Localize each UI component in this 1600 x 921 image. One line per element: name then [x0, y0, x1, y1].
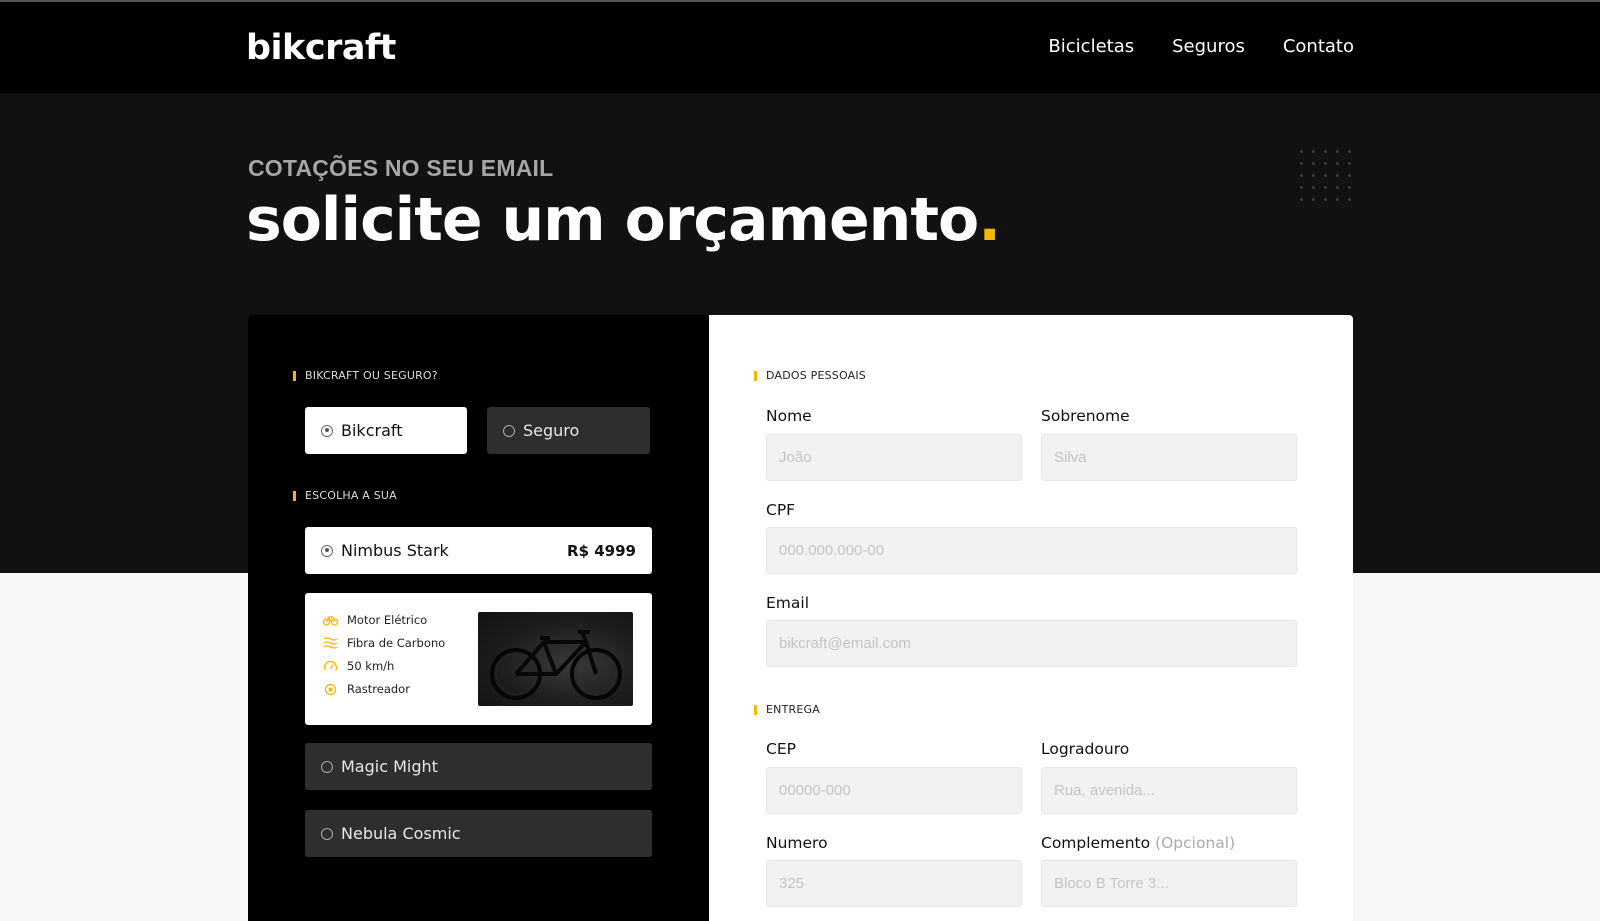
- numero-input[interactable]: [766, 860, 1022, 907]
- bike-photo: [478, 612, 633, 706]
- feature-text: 50 km/h: [347, 659, 395, 673]
- quote-form-panel: DADOS PESSOAIS Nome Sobrenome CPF Email …: [709, 315, 1353, 921]
- nav-seguros[interactable]: Seguros: [1172, 36, 1245, 57]
- feature-item: 50 km/h: [323, 659, 394, 673]
- site-header: bikcraft Bicicletas Seguros Contato: [0, 2, 1600, 93]
- choice-section-label-text: BIKCRAFT OU SEGURO?: [305, 369, 438, 382]
- bike-name: Nimbus Stark: [341, 541, 449, 560]
- cpf-label: CPF: [766, 501, 796, 519]
- cpf-input[interactable]: [766, 527, 1297, 574]
- hero-eyebrow: COTAÇÕES NO SEU EMAIL: [248, 155, 554, 181]
- electric-motor-icon: [323, 616, 338, 626]
- radio-unselected-icon: [503, 424, 515, 437]
- personal-section-label: DADOS PESSOAIS: [754, 369, 866, 382]
- option-bikcraft[interactable]: Bikcraft: [305, 407, 467, 454]
- radio-unselected-icon: [321, 827, 333, 840]
- carbon-fiber-icon: [323, 637, 338, 649]
- complemento-label: Complemento (Opcional): [1041, 834, 1235, 852]
- label-accent-bar: [754, 370, 757, 381]
- bike-name: Nebula Cosmic: [341, 824, 461, 843]
- sobrenome-input[interactable]: [1041, 434, 1297, 481]
- personal-section-label-text: DADOS PESSOAIS: [766, 369, 866, 382]
- page-title: solicite um orçamento.: [246, 185, 1001, 255]
- delivery-section-label: ENTREGA: [754, 703, 820, 716]
- feature-item: Rastreador: [323, 682, 410, 696]
- product-selection-panel: BIKCRAFT OU SEGURO? Bikcraft Seguro ESCO…: [248, 315, 709, 921]
- option-bikcraft-label: Bikcraft: [341, 421, 403, 440]
- bike-option-nebula-cosmic[interactable]: Nebula Cosmic: [305, 810, 652, 857]
- dot-grid-decoration: [1300, 150, 1352, 201]
- feature-item: Fibra de Carbono: [323, 636, 445, 650]
- tracker-icon: [324, 683, 337, 695]
- title-accent-dot: .: [978, 185, 1001, 255]
- delivery-section-label-text: ENTREGA: [766, 703, 820, 716]
- email-input[interactable]: [766, 620, 1297, 667]
- bike-name: Magic Might: [341, 757, 438, 776]
- bike-details-card: Motor Elétrico Fibra de Carbono 50 km/h …: [305, 593, 652, 725]
- sobrenome-label: Sobrenome: [1041, 407, 1130, 425]
- feature-text: Motor Elétrico: [347, 613, 428, 627]
- option-seguro-label: Seguro: [523, 421, 580, 440]
- bike-section-label-text: ESCOLHA A SUA: [305, 489, 397, 502]
- main-nav: Bicicletas Seguros Contato: [1048, 36, 1354, 57]
- bike-price: R$ 4999: [567, 541, 636, 560]
- logradouro-input[interactable]: [1041, 767, 1297, 814]
- email-label: Email: [766, 594, 810, 612]
- complemento-input[interactable]: [1041, 860, 1297, 907]
- label-accent-bar: [293, 490, 296, 501]
- radio-selected-icon: [321, 424, 333, 437]
- choice-section-label: BIKCRAFT OU SEGURO?: [293, 369, 438, 382]
- bike-section-label: ESCOLHA A SUA: [293, 489, 397, 502]
- cep-label: CEP: [766, 740, 796, 758]
- cep-input[interactable]: [766, 767, 1022, 814]
- numero-label: Numero: [766, 834, 828, 852]
- feature-text: Rastreador: [347, 682, 410, 696]
- page-title-text: solicite um orçamento: [246, 185, 979, 255]
- feature-item: Motor Elétrico: [323, 613, 427, 627]
- complemento-label-text: Complemento: [1041, 834, 1151, 852]
- bike-option-nimbus-stark[interactable]: Nimbus Stark R$ 4999: [305, 527, 652, 574]
- speedometer-icon: [323, 660, 338, 671]
- logradouro-label: Logradouro: [1041, 740, 1130, 758]
- bike-option-magic-might[interactable]: Magic Might: [305, 743, 652, 790]
- nome-input[interactable]: [766, 434, 1022, 481]
- feature-text: Fibra de Carbono: [347, 636, 446, 650]
- optional-hint: (Opcional): [1155, 834, 1236, 852]
- label-accent-bar: [754, 704, 757, 715]
- logo[interactable]: bikcraft: [246, 28, 396, 68]
- option-seguro[interactable]: Seguro: [487, 407, 650, 454]
- label-accent-bar: [293, 370, 296, 381]
- radio-selected-icon: [321, 544, 333, 557]
- nome-label: Nome: [766, 407, 812, 425]
- nav-contato[interactable]: Contato: [1283, 36, 1354, 57]
- nav-bicicletas[interactable]: Bicicletas: [1048, 36, 1134, 57]
- radio-unselected-icon: [321, 760, 333, 773]
